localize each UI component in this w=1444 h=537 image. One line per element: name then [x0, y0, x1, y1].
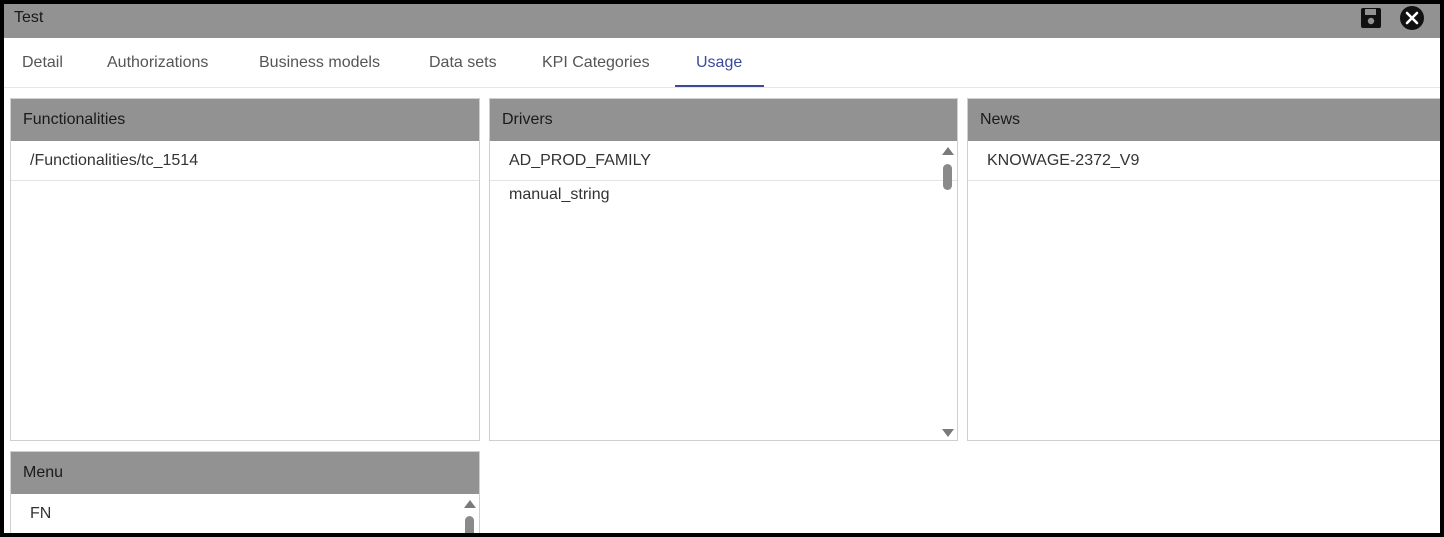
tab-usage[interactable]: Usage — [696, 54, 742, 72]
menu-item[interactable]: FN — [11, 494, 479, 533]
tab-bar: Detail Authorizations Business models Da… — [4, 38, 1440, 88]
tab-data-sets[interactable]: Data sets — [429, 54, 497, 72]
functionality-item[interactable]: /Functionalities/tc_1514 — [11, 141, 479, 181]
scroll-up-arrow-icon[interactable] — [942, 147, 954, 155]
drivers-header: Drivers — [490, 99, 957, 141]
title-bar: Test — [4, 4, 1440, 38]
drivers-panel: Drivers AD_PROD_FAMILY manual_string — [489, 98, 958, 441]
news-item[interactable]: KNOWAGE-2372_V9 — [968, 141, 1440, 181]
functionalities-panel: Functionalities /Functionalities/tc_1514 — [10, 98, 480, 441]
save-icon[interactable] — [1360, 7, 1382, 29]
tab-business-models[interactable]: Business models — [259, 54, 380, 72]
scrollbar-thumb[interactable] — [465, 516, 474, 533]
functionalities-header: Functionalities — [11, 99, 479, 141]
window-title: Test — [14, 9, 44, 26]
dialog-window: Test Detail Authorizations Business mode… — [0, 0, 1444, 537]
driver-item[interactable]: manual_string — [490, 181, 957, 213]
close-icon[interactable] — [1400, 6, 1424, 30]
driver-item[interactable]: AD_PROD_FAMILY — [490, 141, 957, 181]
news-header: News — [968, 99, 1440, 141]
tab-detail[interactable]: Detail — [22, 54, 63, 72]
tab-kpi-categories[interactable]: KPI Categories — [542, 54, 650, 72]
scroll-down-arrow-icon[interactable] — [942, 429, 954, 437]
active-tab-indicator — [675, 85, 764, 87]
scroll-up-arrow-icon[interactable] — [464, 500, 476, 508]
news-panel: News KNOWAGE-2372_V9 — [967, 98, 1440, 441]
tab-authorizations[interactable]: Authorizations — [107, 54, 208, 72]
menu-header: Menu — [11, 452, 479, 494]
scrollbar-thumb[interactable] — [943, 164, 952, 190]
menu-panel: Menu FN — [10, 451, 480, 533]
